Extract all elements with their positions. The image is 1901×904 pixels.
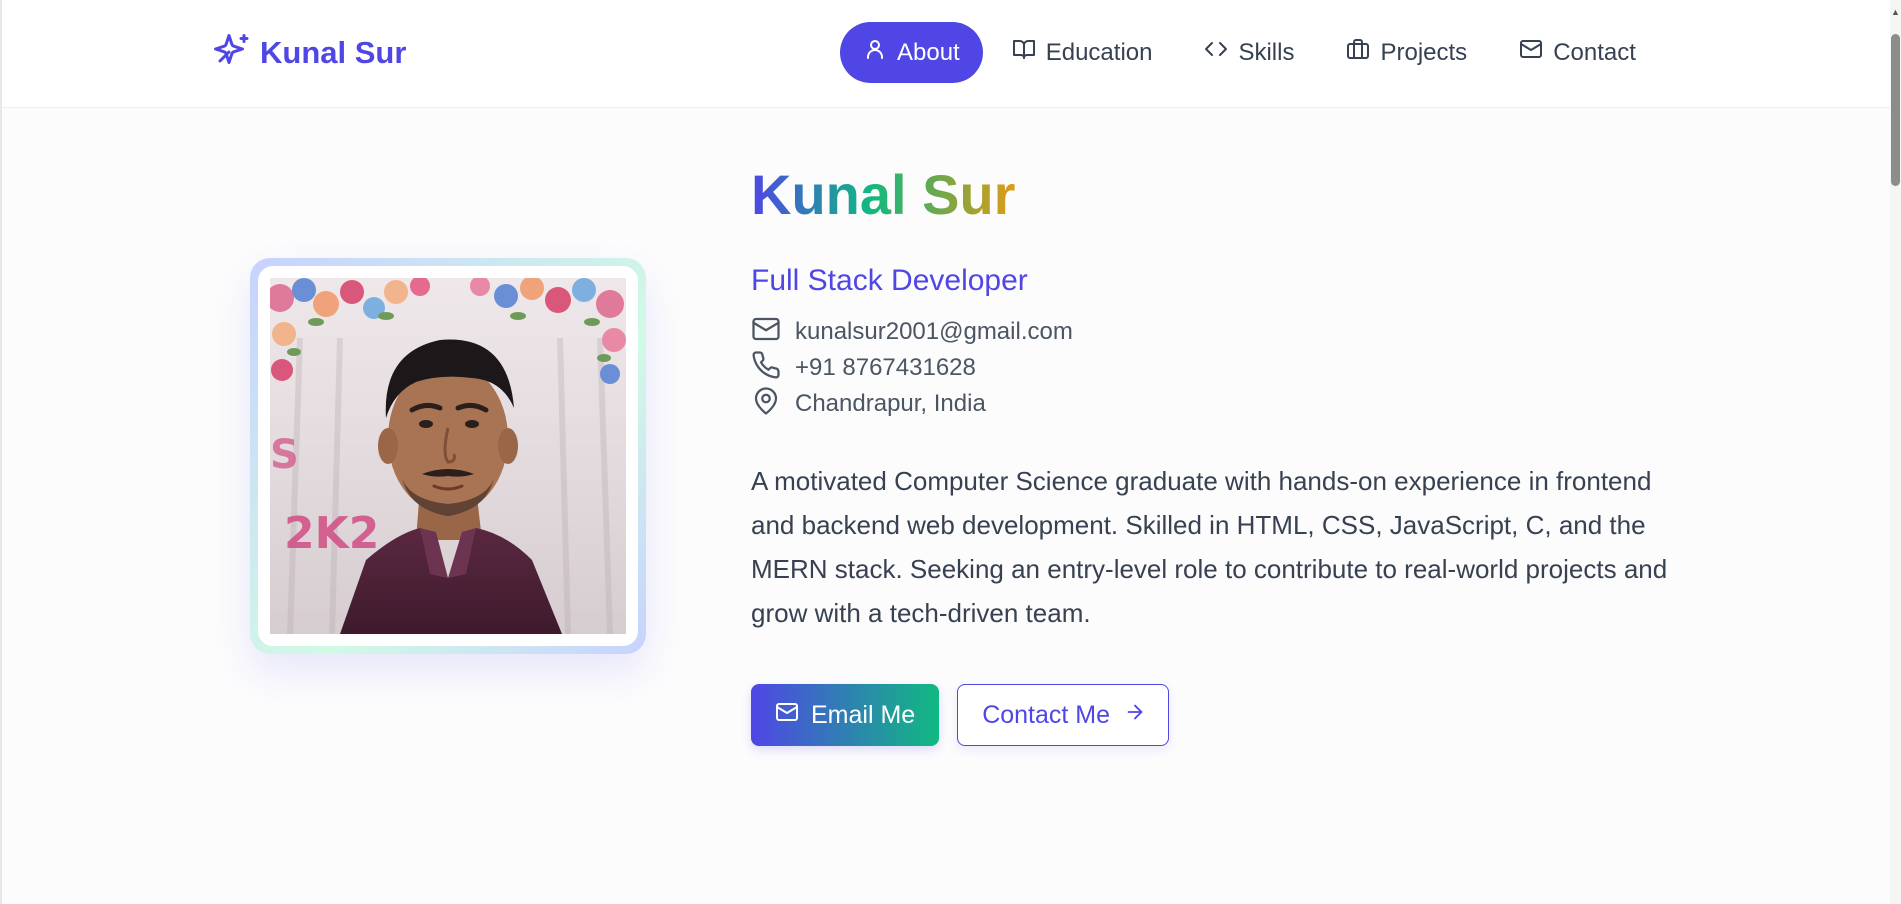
map-pin-icon [751, 386, 781, 423]
contact-location-row: Chandrapur, India [751, 386, 1073, 418]
nav-label: Projects [1380, 38, 1468, 66]
main-nav: About Education Skills Projects Contact [840, 22, 1659, 83]
nav-item-education[interactable]: Education [989, 22, 1176, 83]
bio-paragraph: A motivated Computer Science graduate wi… [751, 466, 1668, 628]
contact-email-row: kunalsur2001@gmail.com [751, 317, 1073, 346]
contact-phone-row: +91 8767431628 [751, 350, 1073, 382]
user-icon [863, 37, 887, 68]
code-icon [1204, 37, 1228, 68]
hero-role: Full Stack Developer [751, 264, 1028, 297]
contact-me-button[interactable]: Contact Me [957, 684, 1170, 746]
contact-info-list: kunalsur2001@gmail.com +91 8767431628 Ch… [751, 317, 1073, 418]
nav-item-about[interactable]: About [840, 22, 983, 83]
top-navbar: Kunal Sur About Education Skills Project… [2, 0, 1892, 108]
contact-email: kunalsur2001@gmail.com [795, 318, 1073, 345]
mail-icon [775, 700, 799, 731]
profile-photo-inner: 2K2 S [258, 266, 638, 646]
email-me-label: Email Me [811, 700, 916, 729]
arrow-right-icon [1124, 701, 1146, 730]
nav-label: About [897, 38, 960, 66]
svg-text:2K2: 2K2 [284, 508, 379, 559]
nav-item-contact[interactable]: Contact [1496, 22, 1659, 83]
scroll-up-arrow-icon[interactable]: ▲ [1891, 4, 1900, 20]
briefcase-icon [1346, 37, 1370, 68]
mail-icon [751, 314, 781, 351]
page-scrollbar[interactable]: ▲ [1890, 0, 1901, 904]
contact-phone: +91 8767431628 [795, 354, 976, 381]
email-me-button[interactable]: Email Me [751, 684, 940, 746]
nav-label: Contact [1553, 38, 1636, 66]
nav-item-skills[interactable]: Skills [1181, 22, 1317, 83]
cta-buttons: Email Me Contact Me [751, 684, 1170, 746]
brand-logo[interactable]: Kunal Sur [214, 31, 406, 75]
contact-me-label: Contact Me [982, 700, 1111, 729]
scrollbar-thumb[interactable] [1891, 34, 1900, 186]
nav-label: Skills [1238, 38, 1295, 66]
svg-text:S: S [270, 432, 299, 478]
mail-icon [1519, 37, 1543, 68]
profile-photo-frame: 2K2 S [250, 258, 646, 654]
portfolio-page: Kunal Sur About Education Skills Project… [0, 0, 1901, 904]
brand-name: Kunal Sur [260, 35, 407, 70]
profile-photo: 2K2 S [270, 278, 626, 634]
nav-label: Education [1045, 38, 1153, 66]
sparkles-icon [214, 31, 250, 75]
hero-name: Kunal Sur [751, 163, 1016, 226]
contact-location: Chandrapur, India [795, 390, 986, 417]
phone-icon [751, 350, 781, 387]
book-icon [1012, 37, 1036, 68]
nav-item-projects[interactable]: Projects [1323, 22, 1490, 83]
